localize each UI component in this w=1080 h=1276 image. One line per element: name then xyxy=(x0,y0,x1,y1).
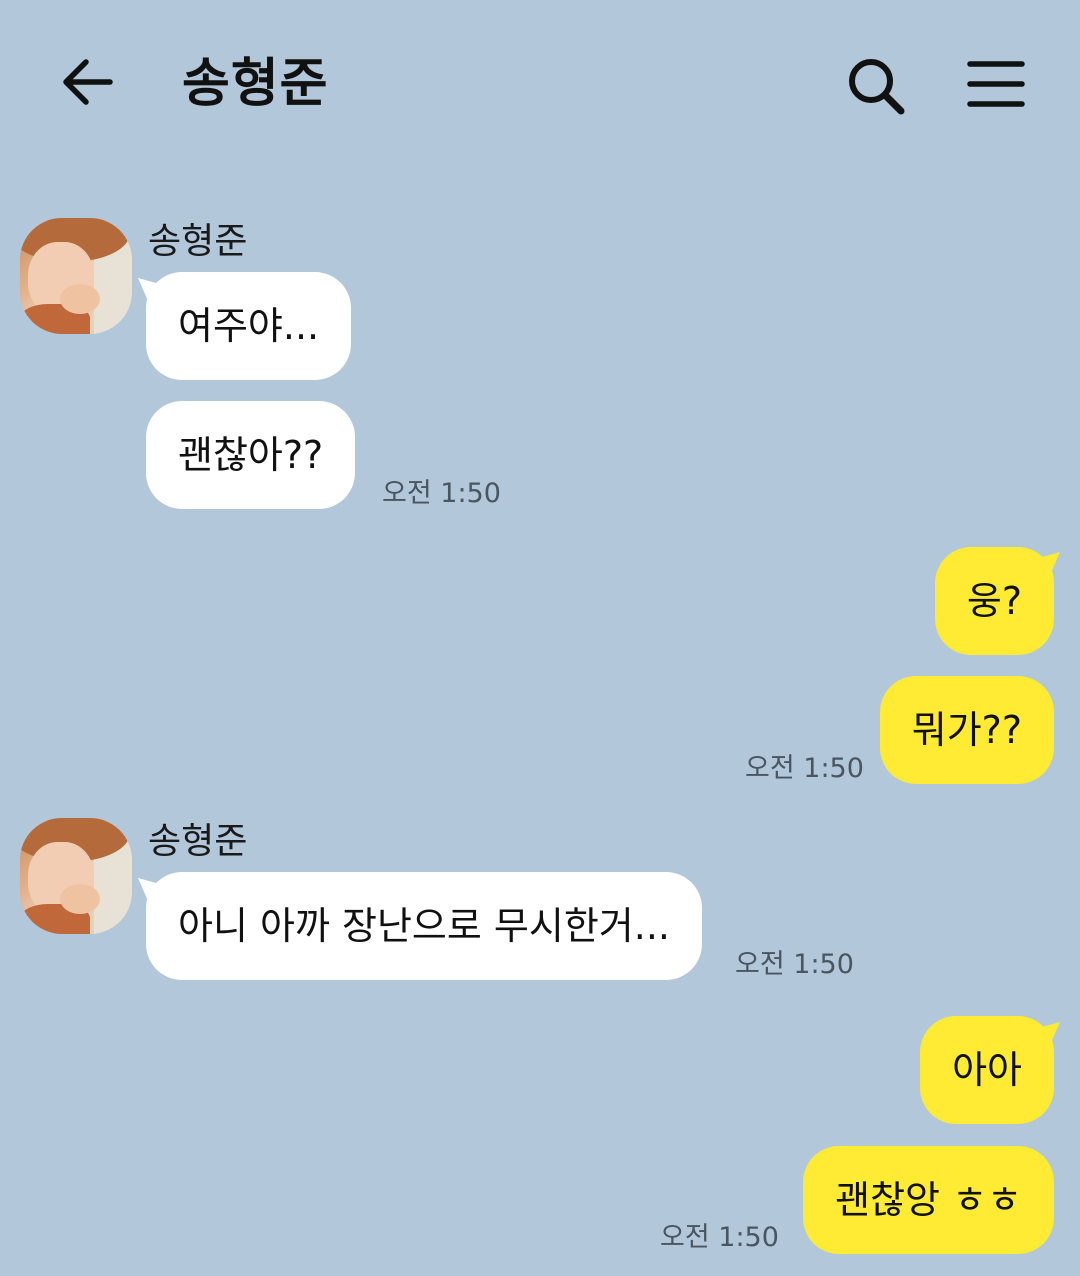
sender-name: 송형준 xyxy=(148,221,248,262)
sender-name: 송형준 xyxy=(148,821,248,862)
search-icon xyxy=(849,59,905,115)
message-timestamp: 오전 1:50 xyxy=(735,949,854,980)
incoming-message-bubble[interactable]: 괜찮아?? xyxy=(146,401,356,509)
message-timestamp: 오전 1:50 xyxy=(660,1222,779,1253)
outgoing-message-bubble[interactable]: 아아 xyxy=(920,1016,1054,1124)
sender-avatar[interactable] xyxy=(20,218,132,334)
chat-screen: 송형준 송형준 여주야... 괜찮아?? 오전 1:50 웅? 뭐가?? 오전 … xyxy=(0,0,1080,1276)
message-timestamp: 오전 1:50 xyxy=(745,753,864,784)
hamburger-menu-icon xyxy=(967,61,1025,107)
outgoing-message-bubble[interactable]: 괜찮앙 ㅎㅎ xyxy=(803,1146,1054,1254)
chat-header: 송형준 xyxy=(0,0,1080,170)
search-button[interactable] xyxy=(845,55,907,117)
chat-title: 송형준 xyxy=(182,54,329,114)
outgoing-message-bubble[interactable]: 뭐가?? xyxy=(879,676,1054,784)
message-timestamp: 오전 1:50 xyxy=(382,478,501,509)
outgoing-message-bubble[interactable]: 웅? xyxy=(934,547,1054,655)
arrow-left-icon xyxy=(63,59,113,105)
back-button[interactable] xyxy=(58,52,118,112)
incoming-message-bubble[interactable]: 아니 아까 장난으로 무시한거... xyxy=(146,872,702,980)
menu-button[interactable] xyxy=(966,58,1026,110)
incoming-message-bubble[interactable]: 여주야... xyxy=(146,272,352,380)
sender-avatar[interactable] xyxy=(20,818,132,934)
